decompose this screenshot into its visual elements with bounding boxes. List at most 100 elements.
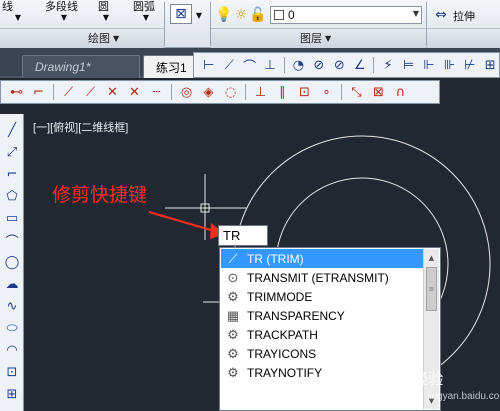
hatch-icon[interactable]: ⊠ bbox=[170, 4, 192, 24]
make-block-icon[interactable]: ⊞ bbox=[2, 384, 22, 404]
circle-dropdown-arrow-icon[interactable]: ▼ bbox=[98, 10, 114, 24]
etransmit-icon: ⊙ bbox=[227, 269, 239, 285]
snap-insert-icon[interactable]: ⊡ bbox=[295, 83, 314, 102]
polyline-icon[interactable]: ⌐ bbox=[2, 164, 22, 184]
diameter-dimension-icon[interactable]: ⊘ bbox=[331, 56, 348, 75]
linear-dimension-icon[interactable]: ⊢ bbox=[200, 56, 217, 75]
snap-perpendicular-icon[interactable]: ⊥ bbox=[251, 83, 270, 102]
dimension-break-icon[interactable]: ⊬ bbox=[461, 56, 478, 75]
draw-panel-title[interactable]: 绘图 ▼ bbox=[88, 29, 119, 47]
watermark-logo: Bai 经验 bbox=[385, 370, 444, 388]
spline-icon[interactable]: ∿ bbox=[2, 296, 22, 316]
jogged-dimension-icon[interactable]: ⊘ bbox=[310, 56, 327, 75]
continue-dimension-icon[interactable]: ⊩ bbox=[420, 56, 437, 75]
arc-icon[interactable]: ⌒ bbox=[2, 230, 22, 250]
toolbar-divider bbox=[341, 84, 342, 100]
insert-block-icon[interactable]: ⊡ bbox=[2, 362, 22, 382]
gear-icon: ⚙ bbox=[227, 345, 239, 361]
polygon-icon[interactable]: ⬠ bbox=[2, 186, 22, 206]
ellipse-arc-icon[interactable]: ◠ bbox=[2, 340, 22, 360]
arc-dropdown-arrow-icon[interactable]: ▼ bbox=[138, 10, 154, 24]
viewport-controls[interactable]: [一][俯视][二维线框] bbox=[33, 119, 128, 135]
snap-parallel-icon[interactable]: ∥ bbox=[273, 83, 292, 102]
dimension-space-icon[interactable]: ⊪ bbox=[441, 56, 458, 75]
autocomplete-item-transparency[interactable]: ▦ TRANSPARENCY bbox=[221, 306, 424, 325]
radius-dimension-icon[interactable]: ◔ bbox=[290, 56, 307, 75]
snap-from-icon[interactable]: ⌐ bbox=[29, 83, 48, 102]
trim-icon: ⟋ bbox=[228, 250, 238, 266]
snap-tangent-icon[interactable]: ◌ bbox=[221, 83, 240, 102]
osnap-settings-icon[interactable]: ∩ bbox=[391, 83, 410, 102]
construction-line-icon[interactable]: ⤢ bbox=[2, 142, 22, 162]
chevron-down-icon: ▼ bbox=[325, 33, 332, 43]
polyline-dropdown-arrow-icon[interactable]: ▼ bbox=[56, 10, 72, 24]
tab-drawing1[interactable]: Drawing1* bbox=[22, 55, 140, 78]
autocomplete-item-trayicons[interactable]: ⚙ TRAYICONS bbox=[221, 344, 424, 363]
toolbar-divider bbox=[171, 84, 172, 100]
toolbar-divider bbox=[245, 84, 246, 100]
quick-dimension-icon[interactable]: ⚡ bbox=[379, 56, 396, 75]
command-input[interactable]: TR bbox=[218, 225, 268, 246]
arc-length-icon[interactable]: ⌒ bbox=[241, 56, 258, 75]
autocomplete-item-label: TRAYNOTIFY bbox=[247, 365, 323, 380]
ordinate-dimension-icon[interactable]: ⊥ bbox=[261, 56, 278, 75]
temp-track-point-icon[interactable]: ⊷ bbox=[7, 83, 26, 102]
snap-midpoint-icon[interactable]: ⟋ bbox=[81, 83, 100, 102]
line-icon[interactable]: ╱ bbox=[2, 120, 22, 140]
annotation-label: 修剪快捷键 bbox=[52, 184, 148, 206]
scrollbar-thumb[interactable]: ≡ bbox=[426, 267, 437, 311]
scroll-up-icon[interactable]: ▲ bbox=[424, 250, 439, 265]
autocomplete-item-label: TRAYICONS bbox=[247, 346, 317, 361]
sun-freeze-icon[interactable]: ☼ bbox=[234, 6, 248, 24]
snap-quadrant-icon[interactable]: ◈ bbox=[199, 83, 218, 102]
autocomplete-item-transmit[interactable]: ⊙ TRANSMIT (ETRANSMIT) bbox=[221, 268, 424, 287]
layers-panel-title[interactable]: 图层 ▼ bbox=[300, 29, 331, 47]
object-snap-toolbar: ⊷ ⌐ ⟋ ⟋ ✕ ✕ ┄ ◎ ◈ ◌ ⊥ ∥ ⊡ ∘ ⤡ ⊠ ∩ bbox=[0, 80, 440, 104]
unlock-icon[interactable]: 🔓 bbox=[249, 6, 266, 24]
hatch-dropdown-arrow-icon[interactable]: ▼ bbox=[194, 8, 204, 22]
watermark-url: jingyan.baidu.com bbox=[427, 391, 500, 402]
annotation-arrow-line bbox=[148, 211, 222, 234]
autocomplete-item-label: TRIMMODE bbox=[247, 289, 313, 304]
angular-dimension-icon[interactable]: ∠ bbox=[351, 56, 368, 75]
revision-cloud-icon[interactable]: ☁ bbox=[2, 274, 22, 294]
lightbulb-icon[interactable]: 💡 bbox=[215, 6, 232, 24]
autocomplete-item-trackpath[interactable]: ⚙ TRACKPATH bbox=[221, 325, 424, 344]
toolbar-divider bbox=[53, 84, 54, 100]
draw-toolbar: ╱ ⤢ ⌐ ⬠ ▭ ⌒ ◯ ☁ ∿ ⬭ ◠ ⊡ ⊞ bbox=[0, 114, 24, 411]
layer-color-swatch bbox=[274, 10, 284, 20]
draw-panel-title-text: 绘图 bbox=[88, 32, 110, 45]
line-dropdown-arrow-icon[interactable]: ▼ bbox=[10, 10, 26, 24]
stretch-icon[interactable]: ⇔ bbox=[432, 5, 450, 25]
modify-panel-strip bbox=[427, 28, 500, 48]
autocomplete-item-label: TRACKPATH bbox=[247, 327, 318, 342]
gear-icon: ⚙ bbox=[227, 364, 239, 380]
chevron-down-icon: ▼ bbox=[412, 9, 419, 18]
snap-nearest-icon[interactable]: ⤡ bbox=[347, 83, 366, 102]
chevron-down-icon: ▼ bbox=[113, 33, 120, 43]
snap-apparent-intersection-icon[interactable]: ✕ bbox=[125, 83, 144, 102]
gear-icon: ⚙ bbox=[227, 326, 239, 342]
snap-extension-icon[interactable]: ┄ bbox=[147, 83, 166, 102]
layer-value: 0 bbox=[288, 8, 295, 22]
snap-none-icon[interactable]: ⊠ bbox=[369, 83, 388, 102]
autocomplete-item-trim[interactable]: ⟋ TR (TRIM) bbox=[221, 249, 424, 268]
snap-node-icon[interactable]: ∘ bbox=[317, 83, 336, 102]
circle-icon[interactable]: ◯ bbox=[2, 252, 22, 272]
layer-select[interactable]: 0 ▼ bbox=[270, 6, 422, 24]
aligned-dimension-icon[interactable]: ⟋ bbox=[220, 56, 237, 75]
rectangle-icon[interactable]: ▭ bbox=[2, 208, 22, 228]
snap-endpoint-icon[interactable]: ⟋ bbox=[59, 83, 78, 102]
toolbar-divider bbox=[373, 57, 375, 73]
tolerance-icon[interactable]: ⊞ bbox=[482, 56, 499, 75]
baseline-dimension-icon[interactable]: ⊨ bbox=[400, 56, 417, 75]
toolbar-divider bbox=[283, 57, 285, 73]
layers-panel-title-text: 图层 bbox=[300, 32, 322, 45]
ellipse-icon[interactable]: ⬭ bbox=[2, 318, 22, 338]
snap-intersection-icon[interactable]: ✕ bbox=[103, 83, 122, 102]
gear-icon: ⚙ bbox=[227, 288, 239, 304]
stretch-button[interactable]: 拉伸 bbox=[453, 8, 475, 24]
autocad-window: 线 多段线 圆 圆弧 ▼ ▼ ▼ ▼ ⊠ ▼ 💡 ☼ 🔓 0 ▼ ⇔ 拉伸 绘图… bbox=[0, 0, 500, 411]
snap-center-icon[interactable]: ◎ bbox=[177, 83, 196, 102]
autocomplete-item-trimmode[interactable]: ⚙ TRIMMODE bbox=[221, 287, 424, 306]
